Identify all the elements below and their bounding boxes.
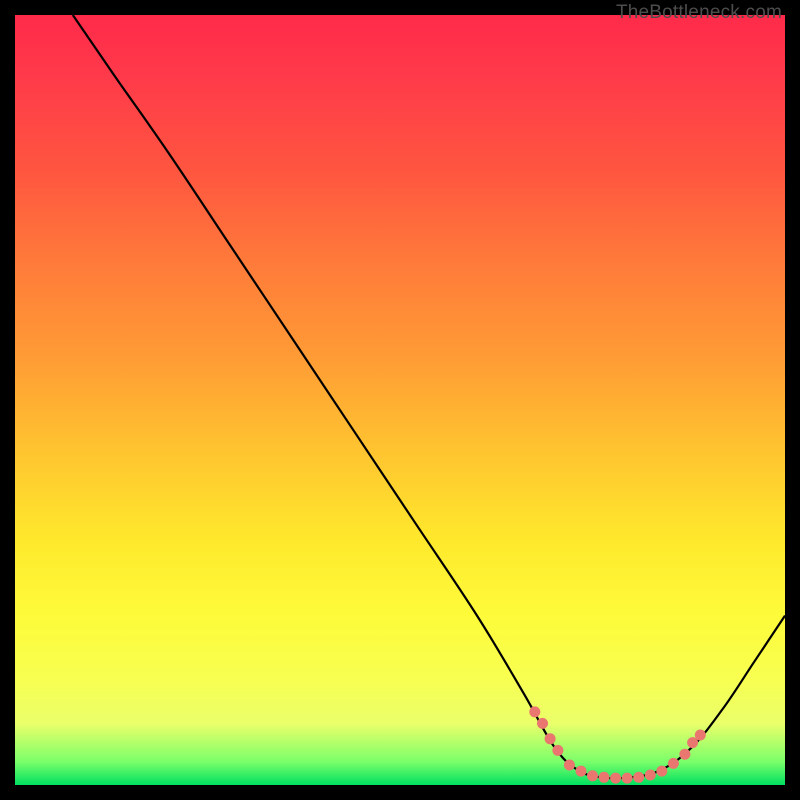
highlight-dot xyxy=(645,770,656,781)
highlight-dot xyxy=(537,718,548,729)
highlight-dot xyxy=(587,770,598,781)
highlight-dot xyxy=(599,772,610,783)
highlight-dot xyxy=(679,749,690,760)
highlight-dot xyxy=(545,733,556,744)
highlight-dot xyxy=(610,773,621,784)
highlight-dot xyxy=(564,760,575,771)
highlight-dots-group xyxy=(529,706,706,783)
chart-svg xyxy=(15,15,785,785)
highlight-dot xyxy=(529,706,540,717)
highlight-dot xyxy=(633,772,644,783)
highlight-dot xyxy=(668,758,679,769)
bottleneck-curve xyxy=(73,15,785,778)
attribution-text: TheBottleneck.com xyxy=(616,2,782,24)
highlight-dot xyxy=(656,766,667,777)
highlight-dot xyxy=(576,766,587,777)
highlight-dot xyxy=(695,730,706,741)
highlight-dot xyxy=(552,745,563,756)
highlight-dot xyxy=(622,773,633,784)
